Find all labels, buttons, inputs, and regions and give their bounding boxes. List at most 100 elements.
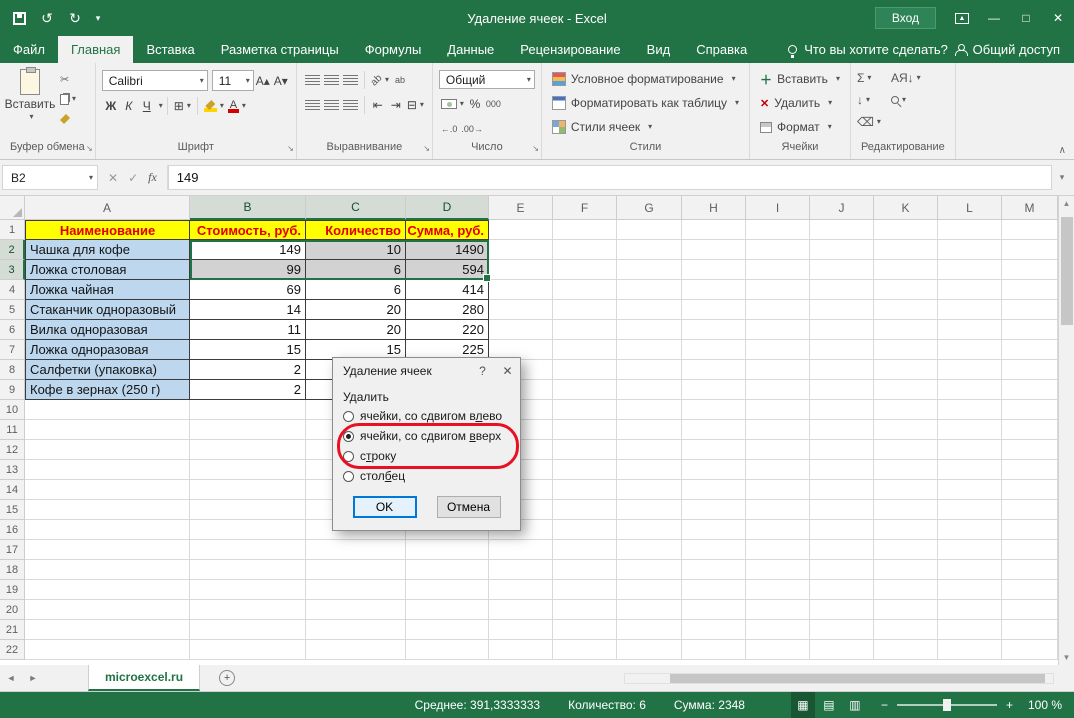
cell-H15[interactable] bbox=[682, 500, 746, 520]
row-header-20[interactable]: 20 bbox=[0, 600, 25, 620]
accounting-format-button[interactable]: ▾ bbox=[439, 94, 466, 114]
cell-H12[interactable] bbox=[682, 440, 746, 460]
collapse-ribbon-button[interactable]: ∧ bbox=[1059, 145, 1066, 156]
column-header-I[interactable]: I bbox=[746, 196, 810, 220]
cell-styles-button[interactable]: Стили ячеек▾ bbox=[548, 116, 743, 138]
ribbon-tab-7[interactable]: Рецензирование bbox=[507, 36, 633, 63]
cell-F21[interactable] bbox=[553, 620, 617, 640]
cell-F20[interactable] bbox=[553, 600, 617, 620]
wrap-text-button[interactable]: ab bbox=[391, 70, 409, 90]
cell-K20[interactable] bbox=[874, 600, 938, 620]
cell-I14[interactable] bbox=[746, 480, 810, 500]
cell-G14[interactable] bbox=[617, 480, 682, 500]
row-header-6[interactable]: 6 bbox=[0, 320, 25, 340]
status-average[interactable]: Среднее: 391,3333333 bbox=[415, 698, 540, 712]
cell-F14[interactable] bbox=[553, 480, 617, 500]
column-header-B[interactable]: B bbox=[190, 196, 306, 220]
cell-H1[interactable] bbox=[682, 220, 746, 240]
cell-D19[interactable] bbox=[406, 580, 489, 600]
cell-F18[interactable] bbox=[553, 560, 617, 580]
delete-option-3[interactable]: строку bbox=[343, 446, 510, 466]
cell-A7[interactable]: Ложка одноразовая bbox=[25, 340, 190, 360]
cell-M9[interactable] bbox=[1002, 380, 1058, 400]
cell-F7[interactable] bbox=[553, 340, 617, 360]
cell-M4[interactable] bbox=[1002, 280, 1058, 300]
row-header-4[interactable]: 4 bbox=[0, 280, 25, 300]
cell-G9[interactable] bbox=[617, 380, 682, 400]
delete-option-1[interactable]: ячейки, со сдвигом влево bbox=[343, 406, 510, 426]
find-select-button[interactable]: ▾ bbox=[891, 92, 921, 108]
cell-C5[interactable]: 20 bbox=[306, 300, 406, 320]
cell-C17[interactable] bbox=[306, 540, 406, 560]
cell-I12[interactable] bbox=[746, 440, 810, 460]
ribbon-display-options-button[interactable]: ▲ bbox=[946, 0, 978, 36]
cell-G1[interactable] bbox=[617, 220, 682, 240]
cell-K10[interactable] bbox=[874, 400, 938, 420]
undo-button[interactable]: ↺ bbox=[34, 5, 60, 31]
cell-L7[interactable] bbox=[938, 340, 1002, 360]
cell-H9[interactable] bbox=[682, 380, 746, 400]
cell-I7[interactable] bbox=[746, 340, 810, 360]
cell-G5[interactable] bbox=[617, 300, 682, 320]
cell-A2[interactable]: Чашка для кофе bbox=[25, 240, 190, 260]
shrink-font-button[interactable]: А▾ bbox=[272, 71, 290, 91]
cell-L20[interactable] bbox=[938, 600, 1002, 620]
cell-M16[interactable] bbox=[1002, 520, 1058, 540]
cell-J20[interactable] bbox=[810, 600, 874, 620]
format-painter-button[interactable] bbox=[60, 111, 76, 127]
number-dialog-launcher-icon[interactable]: ↘ bbox=[532, 145, 539, 153]
cell-J21[interactable] bbox=[810, 620, 874, 640]
cell-J17[interactable] bbox=[810, 540, 874, 560]
vertical-scrollbar[interactable]: ▲ ▼ bbox=[1058, 196, 1074, 665]
cell-G20[interactable] bbox=[617, 600, 682, 620]
row-header-17[interactable]: 17 bbox=[0, 540, 25, 560]
cell-L11[interactable] bbox=[938, 420, 1002, 440]
cell-K5[interactable] bbox=[874, 300, 938, 320]
cell-I5[interactable] bbox=[746, 300, 810, 320]
cell-K18[interactable] bbox=[874, 560, 938, 580]
ribbon-tab-2[interactable]: Главная bbox=[58, 36, 133, 63]
cell-B21[interactable] bbox=[190, 620, 306, 640]
cell-J19[interactable] bbox=[810, 580, 874, 600]
cell-E22[interactable] bbox=[489, 640, 553, 660]
cell-J2[interactable] bbox=[810, 240, 874, 260]
cell-F8[interactable] bbox=[553, 360, 617, 380]
italic-button[interactable]: К bbox=[120, 96, 138, 116]
cell-M18[interactable] bbox=[1002, 560, 1058, 580]
cell-C19[interactable] bbox=[306, 580, 406, 600]
ribbon-tab-6[interactable]: Данные bbox=[434, 36, 507, 63]
cell-H7[interactable] bbox=[682, 340, 746, 360]
cell-M21[interactable] bbox=[1002, 620, 1058, 640]
status-sum[interactable]: Сумма: 2348 bbox=[674, 698, 745, 712]
cell-K2[interactable] bbox=[874, 240, 938, 260]
cell-K1[interactable] bbox=[874, 220, 938, 240]
cell-B1[interactable]: Стоимость, руб. bbox=[190, 220, 306, 240]
column-header-H[interactable]: H bbox=[682, 196, 746, 220]
bold-button[interactable]: Ж bbox=[102, 96, 120, 116]
tell-me-box[interactable]: Что вы хотите сделать? bbox=[788, 36, 948, 63]
cell-C2[interactable]: 10 bbox=[306, 240, 406, 260]
cell-L8[interactable] bbox=[938, 360, 1002, 380]
ribbon-tab-4[interactable]: Разметка страницы bbox=[208, 36, 352, 63]
cell-M11[interactable] bbox=[1002, 420, 1058, 440]
cell-K22[interactable] bbox=[874, 640, 938, 660]
cell-M20[interactable] bbox=[1002, 600, 1058, 620]
font-color-button[interactable]: А▾ bbox=[226, 96, 248, 116]
decrease-decimal-button[interactable]: .00→ bbox=[459, 119, 485, 139]
ok-button[interactable]: OK bbox=[353, 496, 417, 518]
cell-I18[interactable] bbox=[746, 560, 810, 580]
cell-D17[interactable] bbox=[406, 540, 489, 560]
borders-button[interactable]: ⊞▾ bbox=[172, 96, 193, 116]
cell-L21[interactable] bbox=[938, 620, 1002, 640]
paste-button[interactable]: Вставить ▾ bbox=[6, 66, 54, 139]
cell-L18[interactable] bbox=[938, 560, 1002, 580]
cell-J3[interactable] bbox=[810, 260, 874, 280]
cell-B22[interactable] bbox=[190, 640, 306, 660]
ribbon-tab-3[interactable]: Вставка bbox=[133, 36, 207, 63]
cell-I16[interactable] bbox=[746, 520, 810, 540]
cell-L13[interactable] bbox=[938, 460, 1002, 480]
cell-G8[interactable] bbox=[617, 360, 682, 380]
cell-G22[interactable] bbox=[617, 640, 682, 660]
sort-filter-button[interactable]: АЯ↓▾ bbox=[891, 70, 921, 86]
increase-decimal-button[interactable]: ←.0 bbox=[439, 119, 460, 139]
